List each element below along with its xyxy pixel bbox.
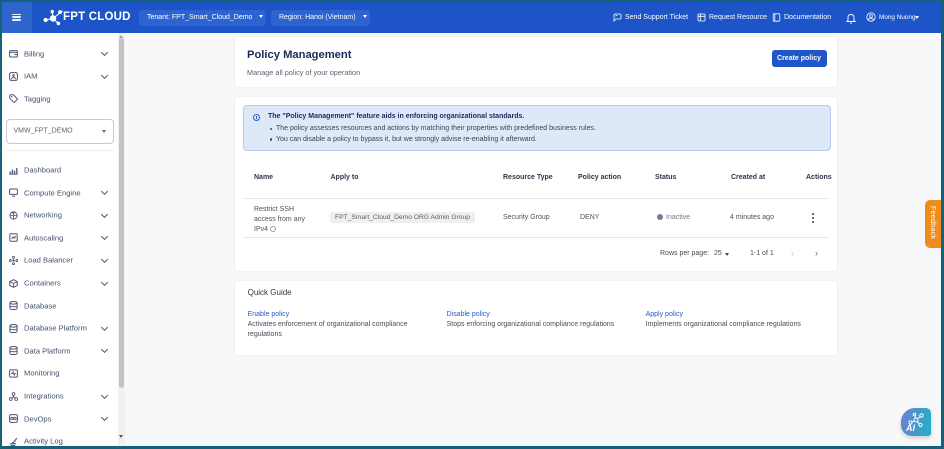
svg-text:AI: AI xyxy=(905,423,915,433)
